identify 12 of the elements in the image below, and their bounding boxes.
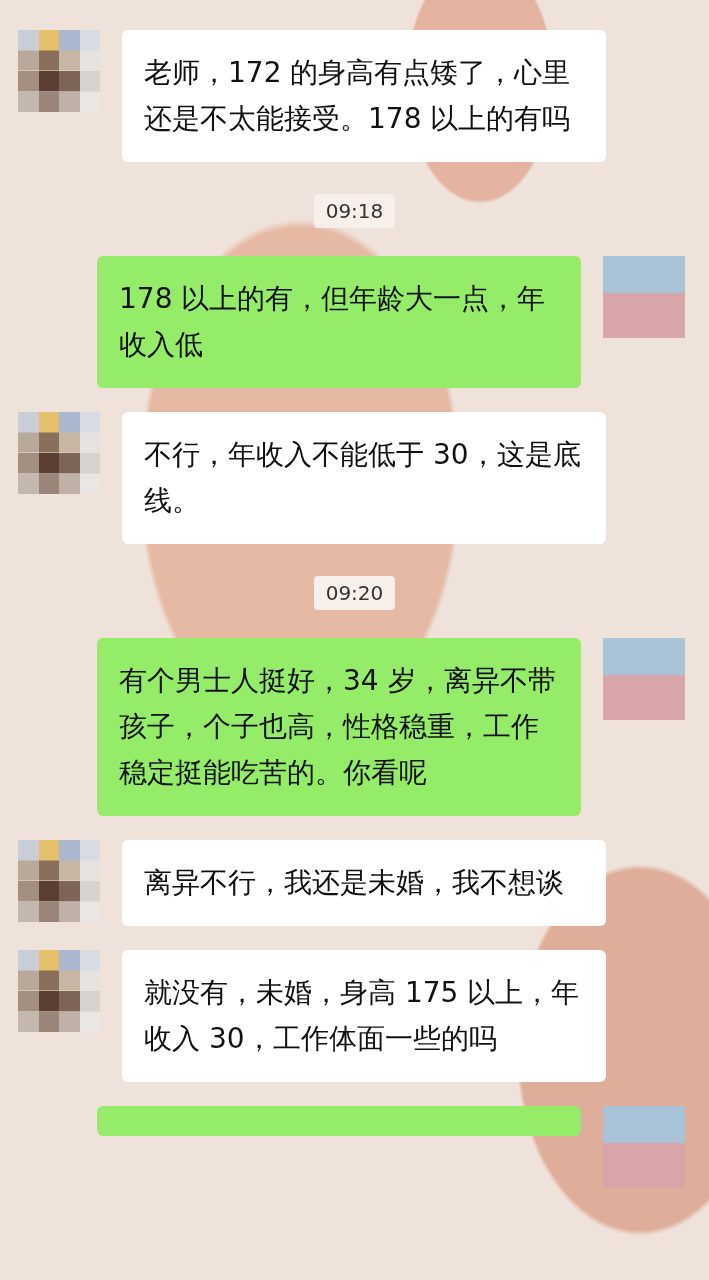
message-bubble: 离异不行，我还是未婚，我不想谈 xyxy=(122,840,606,926)
timestamp: 09:18 xyxy=(313,194,396,228)
message-bubble: 老师，172 的身高有点矮了，心里还是不太能接受。178 以上的有吗 xyxy=(122,30,606,162)
message-bubble: 不行，年收入不能低于 30，这是底线。 xyxy=(122,412,606,544)
avatar-placeholder[interactable] xyxy=(18,30,100,112)
message-bubble: 有个男士人挺好，34 岁，离异不带孩子，个子也高，性格稳重，工作稳定挺能吃苦的。你看呢 xyxy=(97,638,581,816)
avatar-placeholder[interactable] xyxy=(18,950,100,1032)
message-bubble: 178 以上的有，但年龄大一点，年收入低 xyxy=(97,256,581,388)
timestamp: 09:20 xyxy=(313,576,396,610)
message-bubble: 就没有，未婚，身高 175 以上，年收入 30，工作体面一些的吗 xyxy=(122,950,606,1082)
avatar-placeholder[interactable] xyxy=(18,840,100,922)
avatar-placeholder[interactable] xyxy=(18,412,100,494)
